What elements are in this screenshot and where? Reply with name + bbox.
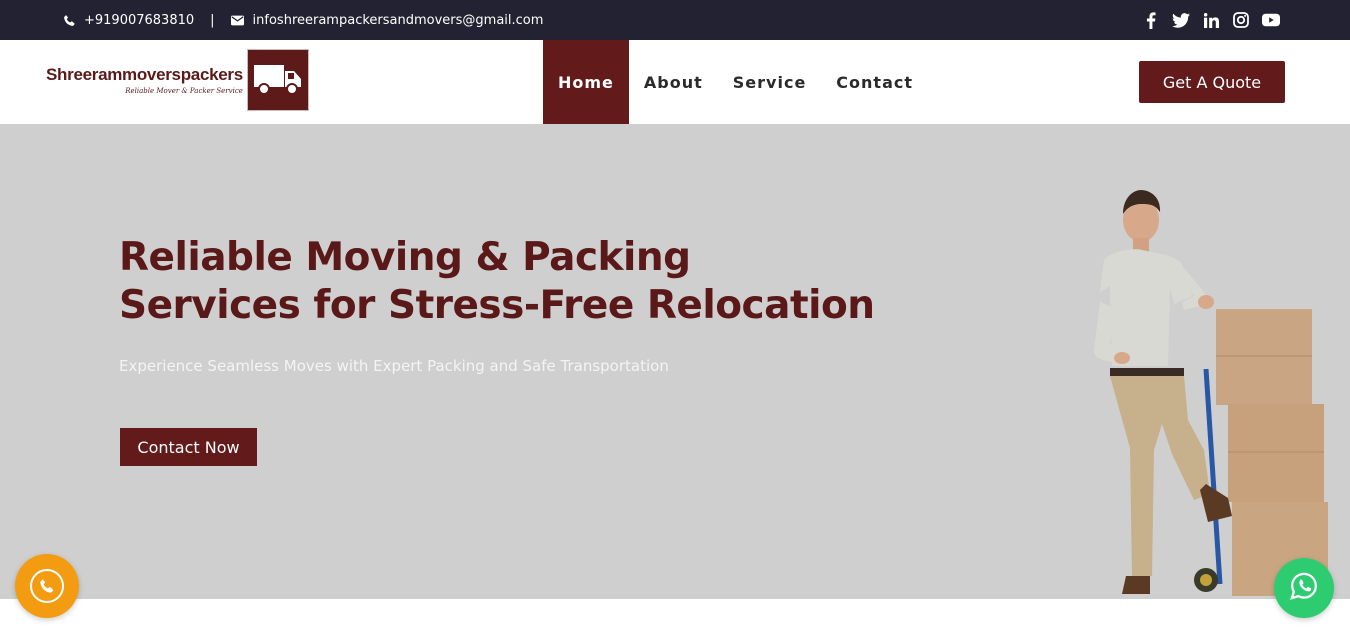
logo-text: Shreerammoverspackers Reliable Mover & P… xyxy=(46,65,243,95)
hero-title-line1: Reliable Moving & Packing xyxy=(119,235,691,280)
hero-section: Reliable Moving & Packing Services for S… xyxy=(0,124,1350,599)
nav-about[interactable]: About xyxy=(629,40,718,124)
facebook-icon[interactable] xyxy=(1142,11,1160,29)
top-contact: +919007683810 | infoshreerampackersandmo… xyxy=(62,0,543,40)
logo-name: Shreerammoverspackers xyxy=(46,65,243,84)
top-separator: | xyxy=(210,12,215,28)
phone-icon xyxy=(30,569,64,603)
main-nav: Home About Service Contact xyxy=(543,40,928,124)
truck-icon xyxy=(246,49,309,111)
nav-service[interactable]: Service xyxy=(718,40,822,124)
get-quote-button[interactable]: Get A Quote xyxy=(1139,61,1285,103)
instagram-icon[interactable] xyxy=(1232,11,1250,29)
top-phone[interactable]: +919007683810 xyxy=(84,13,194,28)
site-logo[interactable]: Shreerammoverspackers Reliable Mover & P… xyxy=(46,48,309,112)
call-floating-button[interactable] xyxy=(15,554,79,618)
bottom-strip xyxy=(0,599,1350,630)
top-email[interactable]: infoshreerampackersandmovers@gmail.com xyxy=(253,13,544,28)
youtube-icon[interactable] xyxy=(1262,11,1280,29)
hero-title: Reliable Moving & Packing Services for S… xyxy=(119,234,879,330)
nav-home[interactable]: Home xyxy=(543,40,629,124)
logo-tagline: Reliable Mover & Packer Service xyxy=(125,87,243,95)
top-bar: +919007683810 | infoshreerampackersandmo… xyxy=(0,0,1350,40)
phone-icon xyxy=(62,13,76,27)
hero-title-line2: Services for Stress-Free Relocation xyxy=(119,283,875,328)
linkedin-icon[interactable] xyxy=(1202,11,1220,29)
whatsapp-icon xyxy=(1289,571,1319,605)
twitter-icon[interactable] xyxy=(1172,11,1190,29)
social-links xyxy=(1142,0,1280,40)
main-header: Shreerammoverspackers Reliable Mover & P… xyxy=(0,40,1350,124)
mover-with-boxes-image xyxy=(1093,190,1328,596)
hero-subtitle: Experience Seamless Moves with Expert Pa… xyxy=(119,357,669,375)
contact-now-button[interactable]: Contact Now xyxy=(120,428,257,466)
whatsapp-floating-button[interactable] xyxy=(1274,558,1334,618)
nav-contact[interactable]: Contact xyxy=(821,40,928,124)
mail-icon xyxy=(231,13,245,27)
